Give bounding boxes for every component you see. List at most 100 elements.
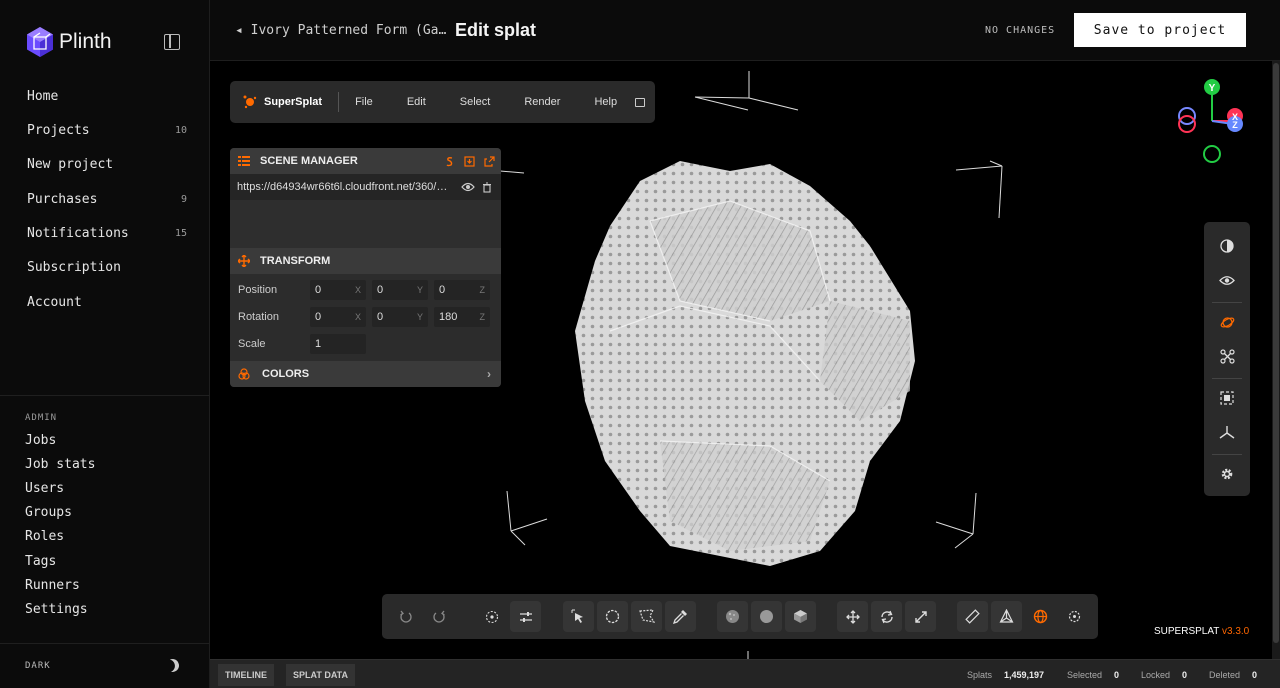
menu-help[interactable]: Help [594, 96, 617, 108]
position-y-value: 0 [377, 283, 384, 296]
admin-item-jobs[interactable]: Jobs [25, 433, 56, 448]
axis-label: Z [479, 284, 486, 295]
moon-icon[interactable] [164, 657, 181, 674]
sidebar-toggle-icon[interactable] [164, 34, 180, 50]
scale-input[interactable]: 1 [310, 333, 366, 354]
transform-header: TRANSFORM [230, 248, 501, 274]
colors-title: COLORS [262, 368, 310, 380]
polygon-icon [638, 609, 655, 623]
redo-icon [432, 610, 445, 623]
splat-s-icon[interactable] [445, 156, 455, 167]
timeline-tab[interactable]: TIMELINE [218, 664, 274, 686]
scene-manager-title: SCENE MANAGER [260, 155, 358, 167]
nav-item-subscription[interactable]: Subscription [27, 260, 187, 275]
picker-select-button[interactable] [563, 601, 594, 632]
menu-file[interactable]: File [355, 96, 373, 108]
gizmo-z-label: Z [1232, 120, 1238, 130]
menu-edit[interactable]: Edit [407, 96, 426, 108]
world-space-button[interactable] [1025, 601, 1056, 632]
nav-item-account[interactable]: Account [27, 295, 187, 310]
orbit-camera-button[interactable] [1215, 310, 1239, 334]
nav-count: 15 [174, 228, 187, 239]
scrollbar-thumb[interactable] [1273, 63, 1279, 643]
viewport-scrollbar[interactable] [1272, 61, 1280, 659]
splats-count: 1,459,197 [1004, 670, 1045, 680]
nav-item-projects[interactable]: Projects 10 [27, 123, 187, 138]
back-link[interactable]: ◂ Ivory Patterned Form (Ga… [235, 23, 446, 38]
splat-mode-icon [726, 610, 739, 623]
nav-label: New project [27, 157, 114, 172]
right-toolbar [1204, 222, 1250, 496]
supersplat-brand[interactable]: SuperSplat [242, 94, 322, 110]
scale-icon [914, 610, 927, 623]
panel-toggle-icon[interactable] [635, 97, 645, 107]
admin-item-users[interactable]: Users [25, 481, 64, 496]
crosshair-icon [1068, 610, 1081, 623]
position-x-input[interactable]: 0X [310, 279, 366, 300]
nav-count: 10 [174, 125, 187, 136]
menu-separator [338, 92, 340, 112]
scale-tool-button[interactable] [905, 601, 936, 632]
redo-button[interactable] [423, 601, 454, 632]
brand-logo[interactable]: Plinth [25, 26, 112, 58]
axis-label: Z [479, 311, 486, 322]
polygon-select-button[interactable] [631, 601, 662, 632]
eye-icon[interactable] [461, 182, 475, 192]
rotation-y-input[interactable]: 0Y [372, 306, 428, 327]
rotation-z-input[interactable]: 180 Z [434, 306, 490, 327]
admin-item-tags[interactable]: Tags [25, 554, 56, 569]
undo-button[interactable] [390, 601, 421, 632]
rotation-x-input[interactable]: 0X [310, 306, 366, 327]
status-bar: TIMELINE SPLAT DATA Splats 1,459,197 Sele… [210, 659, 1280, 688]
settings-button[interactable] [1215, 462, 1239, 486]
view-gizmo[interactable]: Y X Z [1175, 76, 1245, 166]
admin-item-roles[interactable]: Roles [25, 529, 64, 544]
trash-icon[interactable] [482, 181, 492, 193]
pivot-button[interactable] [476, 601, 507, 632]
origin-button[interactable] [1059, 601, 1090, 632]
selected-label: Selected [1067, 670, 1103, 680]
nav-item-home[interactable]: Home [27, 89, 187, 104]
colors-section-toggle[interactable]: COLORS › [230, 361, 501, 387]
import-icon[interactable] [464, 155, 475, 167]
position-y-input[interactable]: 0Y [372, 279, 428, 300]
coordinate-space-button[interactable] [991, 601, 1022, 632]
shading-toggle-button[interactable] [1215, 234, 1239, 258]
reset-camera-button[interactable] [1215, 420, 1239, 444]
toolbar-separator [1212, 378, 1242, 379]
admin-item-job-stats[interactable]: Job stats [25, 457, 95, 472]
admin-item-runners[interactable]: Runners [25, 578, 80, 593]
adjust-button[interactable] [510, 601, 541, 632]
bound-mode-button[interactable] [785, 601, 816, 632]
splat-viewport[interactable]: SuperSplat File Edit Select Render Help … [210, 61, 1280, 659]
rotate-tool-button[interactable] [871, 601, 902, 632]
save-to-project-button[interactable]: Save to project [1074, 13, 1246, 47]
export-icon[interactable] [484, 155, 495, 167]
supersplat-logo-icon [243, 95, 257, 109]
eyedropper-button[interactable] [665, 601, 696, 632]
menu-select[interactable]: Select [460, 96, 491, 108]
sphere-select-button[interactable] [597, 601, 628, 632]
move-tool-button[interactable] [837, 601, 868, 632]
position-label: Position [238, 283, 278, 296]
admin-item-groups[interactable]: Groups [25, 505, 72, 520]
splat-list-item[interactable]: https://d64934wr66t6l.cloudfront.net/360… [230, 174, 501, 200]
locked-label: Locked [1141, 670, 1171, 680]
nav-item-notifications[interactable]: Notifications 15 [27, 226, 187, 241]
measure-tool-button[interactable] [957, 601, 988, 632]
visibility-button[interactable] [1215, 268, 1239, 292]
move-icon [845, 609, 860, 624]
splat-data-tab[interactable]: SPLAT DATA [286, 664, 355, 686]
frame-selection-button[interactable] [1215, 386, 1239, 410]
nav-item-purchases[interactable]: Purchases 9 [27, 192, 187, 207]
splat-model [575, 161, 915, 566]
position-z-input[interactable]: 0Z [434, 279, 490, 300]
fly-camera-button[interactable] [1215, 344, 1239, 368]
rotation-row: Rotation 0X 0Y 180 Z [230, 303, 501, 330]
nav-item-new-project[interactable]: New project [27, 157, 187, 172]
menu-render[interactable]: Render [524, 96, 560, 108]
page-title: Edit splat [455, 20, 537, 40]
centers-mode-button[interactable] [751, 601, 782, 632]
admin-item-settings[interactable]: Settings [25, 602, 88, 617]
splat-mode-button[interactable] [717, 601, 748, 632]
